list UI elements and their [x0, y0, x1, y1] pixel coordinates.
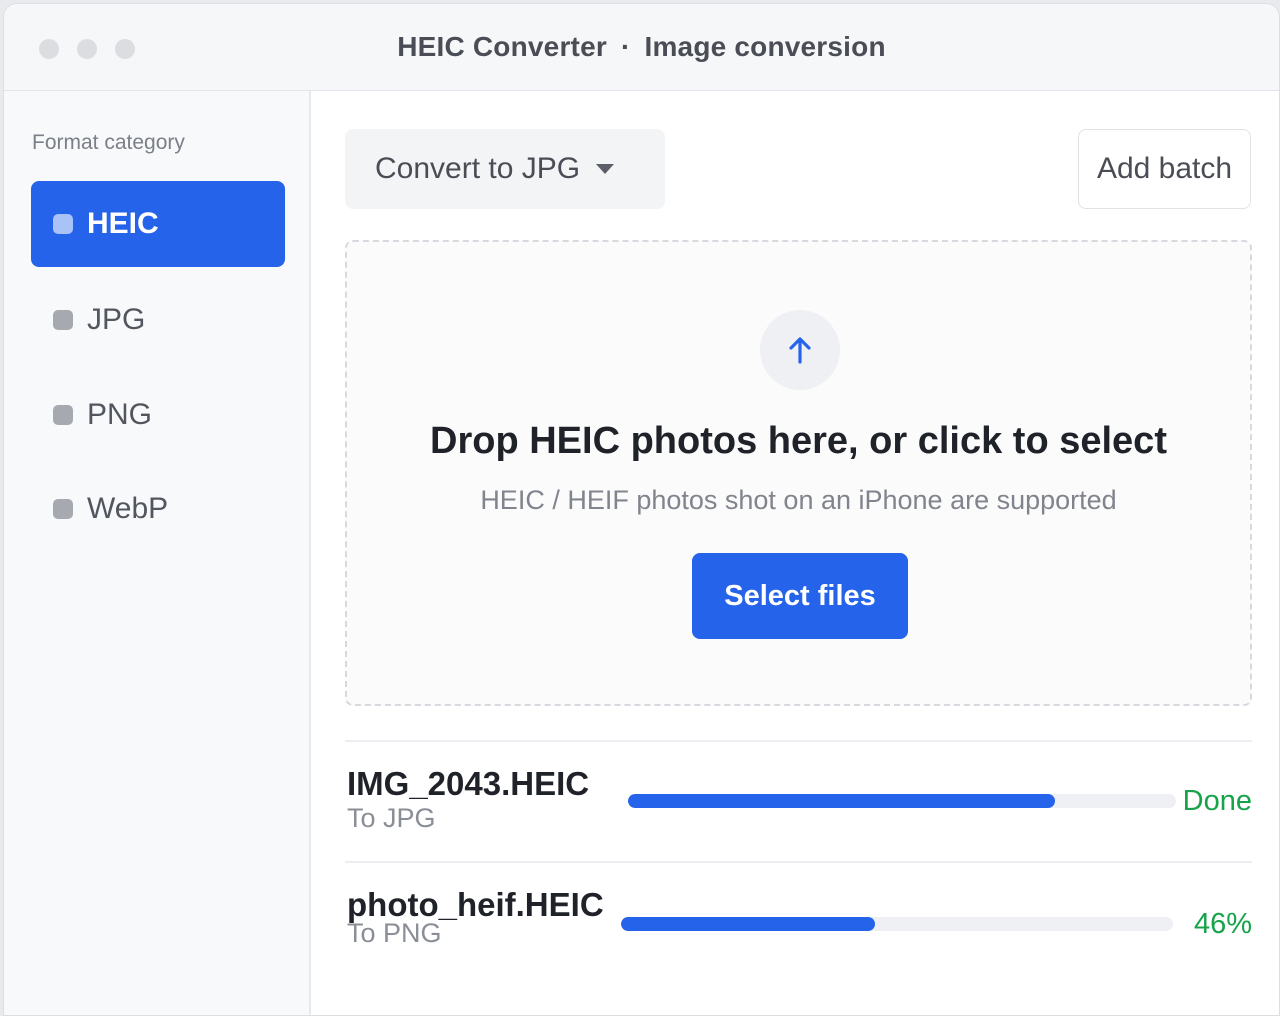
add-batch-button[interactable]: Add batch — [1078, 129, 1251, 209]
upload-arrow-glyph — [789, 337, 811, 364]
file-row: IMG_2043.HEIC To JPG Done — [345, 743, 1252, 853]
chevron-down-icon — [596, 164, 615, 174]
drop-zone[interactable]: Drop HEIC photos here, or click to selec… — [345, 240, 1252, 706]
list-divider — [345, 861, 1252, 863]
sidebar: Format category HEIC JPG PNG WebP — [4, 91, 311, 1015]
upload-arrow-icon — [760, 310, 840, 390]
main-panel: Convert to JPG Add batch Drop HEIC photo… — [313, 91, 1279, 1015]
sidebar-item-webp[interactable]: WebP — [31, 466, 285, 552]
format-square-icon — [53, 310, 73, 330]
list-divider — [345, 740, 1252, 742]
file-target-format: To JPG — [347, 803, 436, 833]
sidebar-item-label: JPG — [87, 303, 146, 336]
progress-track — [628, 794, 1176, 808]
file-row: photo_heif.HEIC To PNG 46% — [345, 864, 1252, 974]
file-target-format: To PNG — [347, 918, 442, 948]
app-window: HEIC Converter · Image conversion Format c… — [3, 3, 1280, 1016]
file-name: IMG_2043.HEIC — [347, 765, 590, 802]
file-status: 46% — [1193, 908, 1252, 940]
target-format-value: Convert to JPG — [375, 152, 581, 185]
drop-zone-subtitle: HEIC / HEIF photos shot on an iPhone are… — [480, 485, 1117, 515]
drop-zone-title: Drop HEIC photos here, or click to selec… — [430, 420, 1167, 462]
format-square-icon — [53, 499, 73, 519]
sidebar-item-png[interactable]: PNG — [31, 372, 285, 458]
progress-track — [621, 917, 1173, 931]
select-files-button[interactable]: Select files — [692, 553, 908, 639]
sidebar-item-label: PNG — [87, 398, 153, 431]
title-bar: HEIC Converter · Image conversion — [4, 4, 1279, 91]
progress-fill — [628, 794, 1056, 808]
progress-fill — [621, 917, 875, 931]
format-square-icon — [53, 405, 73, 425]
sidebar-item-heic[interactable]: HEIC — [31, 181, 285, 267]
app-name: HEIC Converter — [397, 31, 607, 62]
format-square-icon — [53, 214, 73, 234]
title-separator: · — [620, 31, 631, 62]
sidebar-heading: Format category — [32, 131, 185, 154]
window-title: HEIC Converter · Image conversion — [4, 31, 1279, 63]
sidebar-item-jpg[interactable]: JPG — [31, 277, 285, 363]
target-format-select[interactable]: Convert to JPG — [345, 129, 665, 209]
file-status: Done — [1182, 785, 1252, 817]
sidebar-item-label: WebP — [87, 492, 169, 525]
sidebar-item-label: HEIC — [87, 207, 159, 240]
window-subtitle: Image conversion — [644, 31, 886, 62]
